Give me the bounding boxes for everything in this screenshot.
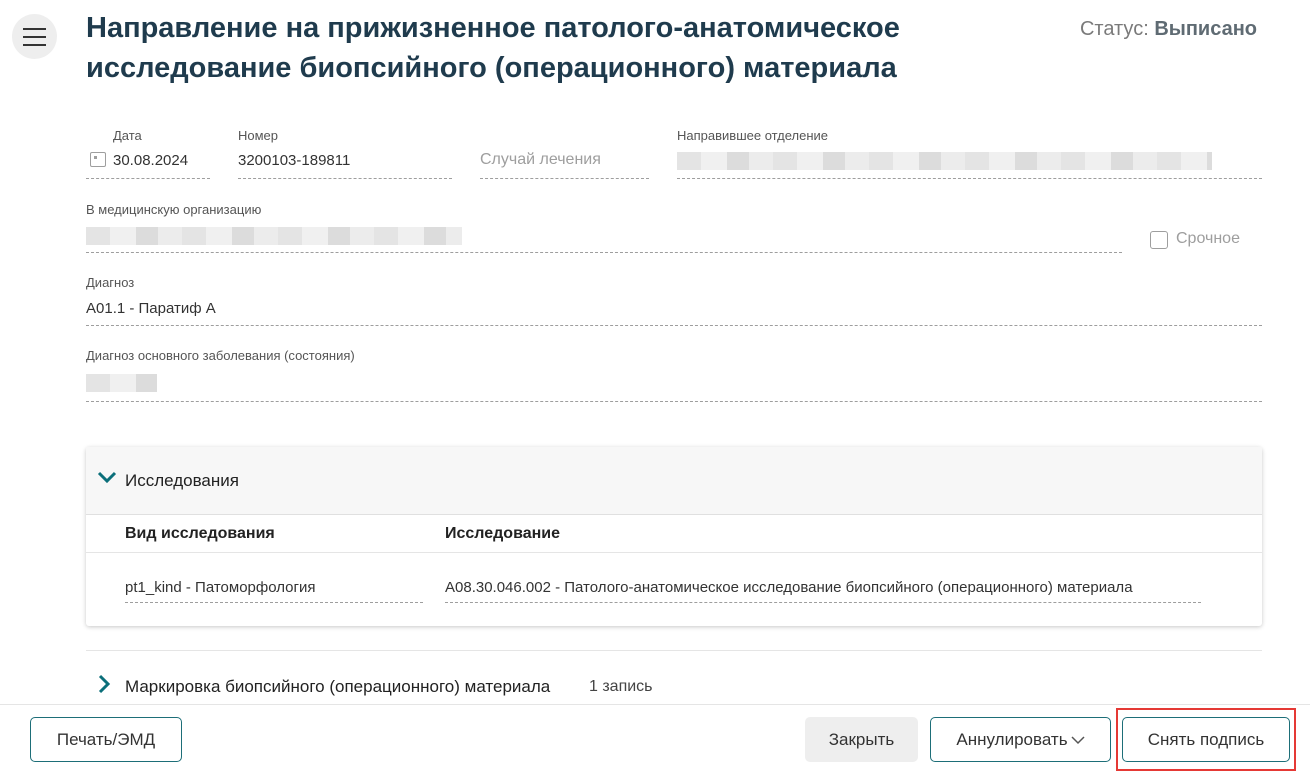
calendar-icon[interactable] [90,152,106,167]
section-divider [86,650,1262,651]
treatment-case-underline [480,178,649,179]
number-underline [238,178,452,179]
diagnosis-underline [86,325,1262,326]
number-label: Номер [238,128,279,143]
remove-signature-button[interactable]: Снять подпись [1122,717,1290,762]
marking-record-count: 1 запись [589,678,653,695]
diagnosis-field[interactable]: A01.1 - Паратиф A [86,300,216,317]
research-panel-header[interactable]: Исследования [86,447,1262,515]
number-field[interactable]: 3200103-189811 [238,152,350,169]
medical-organization-label: В медицинскую организацию [86,202,262,217]
referring-department-label: Направившее отделение [677,128,829,143]
menu-button[interactable] [12,14,57,59]
research-kind-cell[interactable]: pt1_kind - Патоморфология [125,579,423,596]
date-field[interactable]: 30.08.2024 [113,152,188,169]
research-underline [445,602,1201,603]
page-title-line-1: Направление на прижизненное патолого-ана… [86,12,900,44]
hamburger-icon [23,28,46,30]
research-panel: Исследования Вид исследования Исследован… [86,447,1262,626]
chevron-down-icon [1071,735,1085,744]
chevron-right-icon[interactable] [95,672,113,701]
page-title-line-2: исследование биопсийного (операционного)… [86,52,897,84]
research-section-title: Исследования [125,471,239,490]
medical-organization-underline [86,252,1122,253]
urgent-label: Срочное [1176,230,1240,247]
annul-button[interactable]: Аннулировать [930,717,1111,762]
diagnosis-label: Диагноз [86,275,135,290]
footer-bar: Печать/ЭМД Закрыть Аннулировать Снять по… [0,704,1310,772]
chevron-down-icon[interactable] [96,466,118,494]
annul-button-label: Аннулировать [956,729,1068,749]
close-button[interactable]: Закрыть [805,717,918,762]
treatment-case-field[interactable]: Случай лечения [480,151,601,169]
research-kind-underline [125,602,423,603]
page-title: Направление на прижизненное патолого-ана… [86,8,986,88]
status-badge: Статус: Выписано [1080,18,1257,41]
status-value: Выписано [1154,18,1257,40]
print-emd-button[interactable]: Печать/ЭМД [30,717,182,762]
hamburger-icon-bar [23,44,46,46]
hamburger-icon-bar [23,36,46,38]
marking-section-title[interactable]: Маркировка биопсийного (операционного) м… [125,677,550,697]
column-header-research: Исследование [445,525,560,542]
status-label: Статус: [1079,18,1149,40]
research-cell[interactable]: A08.30.046.002 - Патолого-анатомическое … [445,579,1177,596]
date-underline [86,178,210,179]
referring-department-field[interactable] [677,152,1212,170]
urgent-checkbox[interactable] [1150,231,1168,249]
referring-department-underline [677,178,1262,179]
main-diagnosis-label: Диагноз основного заболевания (состояния… [86,348,355,363]
main-diagnosis-field[interactable] [86,374,157,392]
date-label: Дата [113,128,142,143]
main-diagnosis-underline [86,401,1262,402]
column-header-research-kind: Вид исследования [125,525,275,542]
table-row[interactable]: pt1_kind - Патоморфология A08.30.046.002… [86,553,1262,603]
medical-organization-field[interactable] [86,227,462,245]
